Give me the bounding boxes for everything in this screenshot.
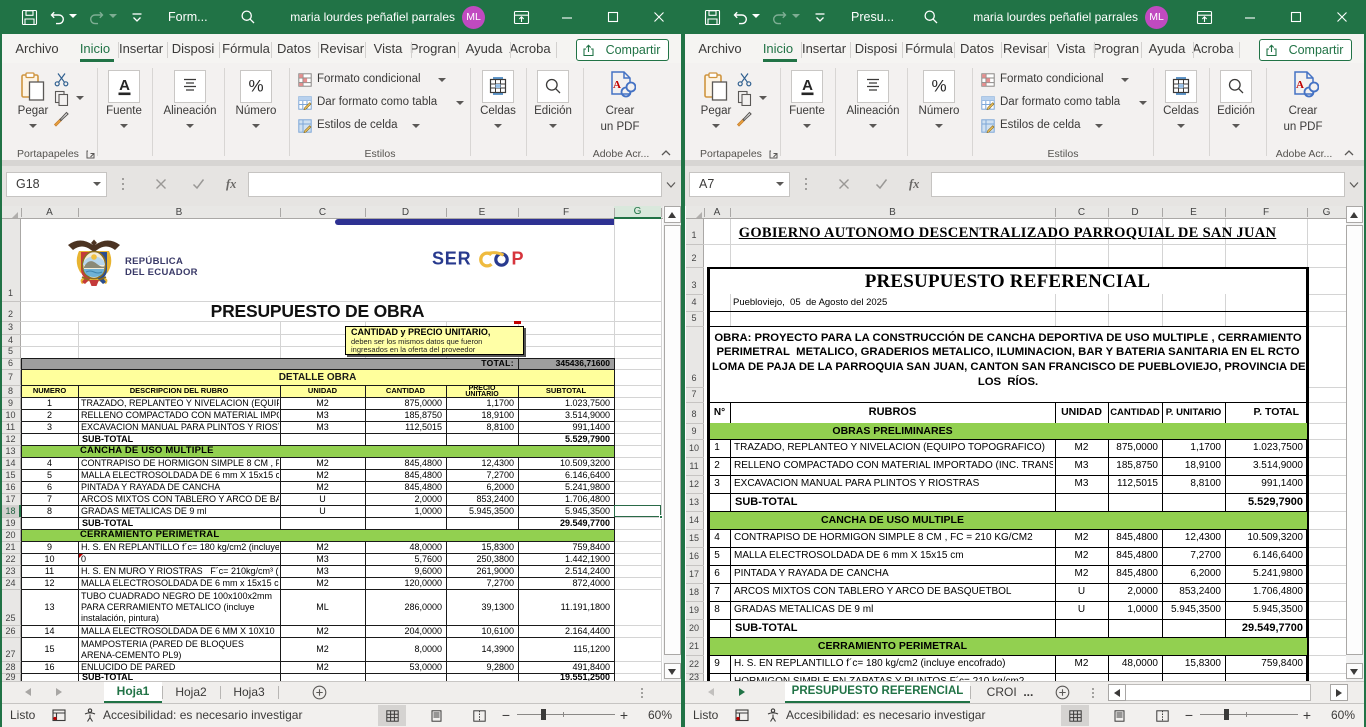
- svg-text:A: A: [802, 77, 813, 94]
- svg-text:%: %: [248, 77, 263, 96]
- svg-text:A: A: [613, 79, 621, 91]
- svg-text:SER: SER: [432, 250, 471, 269]
- svg-text:A: A: [119, 77, 130, 94]
- svg-text:P: P: [512, 250, 524, 269]
- svg-text:%: %: [931, 77, 946, 96]
- svg-text:A: A: [1296, 79, 1304, 91]
